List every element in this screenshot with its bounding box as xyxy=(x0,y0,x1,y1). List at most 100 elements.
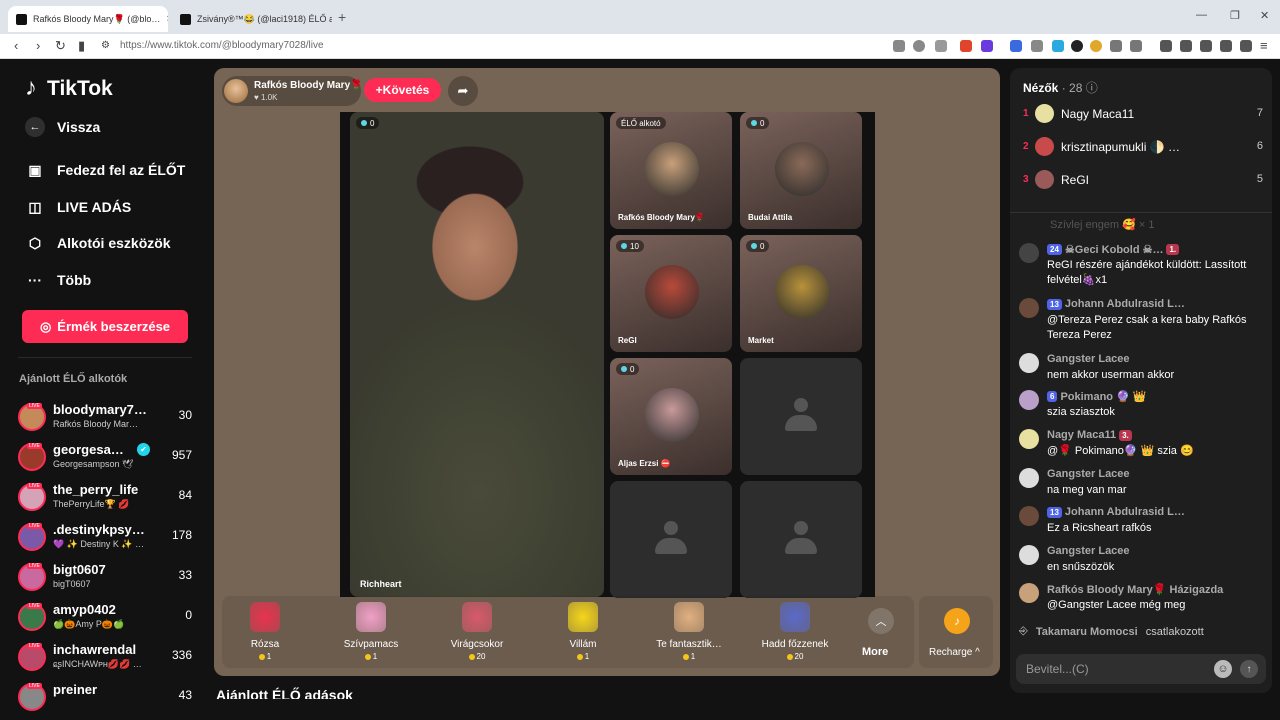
suggested-creator[interactable]: LIVE preiner 43 xyxy=(18,680,198,716)
avatar[interactable] xyxy=(1019,243,1039,263)
follow-button[interactable]: +Követés xyxy=(364,78,441,102)
media-icon[interactable] xyxy=(1160,40,1172,52)
guest-tile[interactable]: 0 Market xyxy=(740,235,862,352)
viewers-header[interactable]: Nézők · 28 ⓘ xyxy=(1023,79,1098,96)
avatar[interactable] xyxy=(1019,468,1039,488)
top-viewer-row[interactable]: 2 krisztinapumukli 🌓 … 6 xyxy=(1023,137,1263,157)
menu-icon[interactable]: ≡ xyxy=(1260,38,1268,53)
chat-input-box[interactable]: ☺ ↑ xyxy=(1016,654,1266,684)
suggested-creator[interactable]: LIVE the_perry_life ThePerryLife🏆 💋 84 xyxy=(18,480,198,516)
rewards-icon[interactable] xyxy=(981,40,993,52)
browser-tab[interactable]: Zsivány®™😂 (@laci1918) ÉLŐ adá… × xyxy=(172,6,332,32)
nav-item-live-broadcast[interactable]: ◫ LIVE ADÁS xyxy=(25,198,131,216)
gift-item[interactable]: Te fantasztik… 1 xyxy=(639,602,739,661)
info-icon[interactable]: ⓘ xyxy=(1086,81,1098,95)
extension-icon[interactable] xyxy=(1071,40,1083,52)
avatar[interactable] xyxy=(1035,104,1054,123)
empty-guest-slot[interactable] xyxy=(610,481,732,598)
empty-guest-slot[interactable] xyxy=(740,481,862,598)
avatar[interactable] xyxy=(1035,170,1054,189)
guest-tile[interactable]: 10 ReGI xyxy=(610,235,732,352)
back-arrow-icon[interactable]: ‹ xyxy=(14,38,18,53)
main-guest-video[interactable]: 0 Richheart xyxy=(350,112,604,597)
forward-arrow-icon[interactable]: › xyxy=(36,38,40,53)
username[interactable]: Johann Abdulrasid L… xyxy=(1065,506,1185,518)
username[interactable]: ☠Geci Kobold ☠… xyxy=(1065,243,1164,256)
suggested-creator[interactable]: LIVE amyp0402 🍏🎃Amy P🎃🍏 0 xyxy=(18,600,198,636)
extension-icon[interactable] xyxy=(1090,40,1102,52)
minimize-icon[interactable]: — xyxy=(1196,9,1207,21)
host-avatar[interactable] xyxy=(224,79,248,103)
window-close-icon[interactable]: ✕ xyxy=(1260,9,1269,22)
chat-input[interactable] xyxy=(1026,661,1206,677)
avatar[interactable] xyxy=(1019,353,1039,373)
guest-tile[interactable]: ÉLŐ alkotó Rafkós Bloody Mary🌹 xyxy=(610,112,732,229)
suggested-creator[interactable]: LIVE georgesa… Georgesampson 🕊 957 ✔ xyxy=(18,440,198,476)
nav-item-more[interactable]: ··· Több xyxy=(25,271,91,289)
url-input[interactable]: https://www.tiktok.com/@bloodymary7028/l… xyxy=(120,40,324,51)
extension-icon[interactable] xyxy=(1052,40,1064,52)
gift-item[interactable]: Villám 1 xyxy=(533,602,633,661)
share-icon[interactable] xyxy=(935,40,947,52)
top-viewer-row[interactable]: 3 ReGI 5 xyxy=(1023,170,1263,190)
send-arrow-icon[interactable]: ↑ xyxy=(1240,660,1258,678)
username[interactable]: Rafkós Bloody Mary🌹 Házigazda xyxy=(1047,583,1223,596)
avatar[interactable] xyxy=(1035,137,1054,156)
recharge-button[interactable]: ♪ Recharge ^ xyxy=(919,596,993,668)
bookmark-icon[interactable]: ▮ xyxy=(78,38,85,54)
avatar[interactable] xyxy=(1019,390,1039,410)
empty-guest-slot[interactable] xyxy=(740,358,862,475)
chevron-up-icon[interactable]: ︿ xyxy=(868,608,894,634)
brave-shield-icon[interactable] xyxy=(960,40,972,52)
tiktok-logo[interactable]: TikTok xyxy=(25,74,113,102)
nav-item-explore-live[interactable]: ▣ Fedezd fel az ÉLŐT xyxy=(25,161,185,179)
maximize-icon[interactable]: ❐ xyxy=(1230,9,1240,22)
joined-user[interactable]: Takamaru Momocsi xyxy=(1036,626,1138,638)
nav-item-creator-tools[interactable]: ⬡ Alkotói eszközök xyxy=(25,234,171,252)
close-tab-icon[interactable]: × xyxy=(166,13,168,25)
suggested-creator[interactable]: LIVE .destinykpsy… 💜 ✨ Destiny K ✨ … 178 xyxy=(18,520,198,556)
username[interactable]: Johann Abdulrasid L… xyxy=(1065,298,1185,310)
zoom-icon[interactable] xyxy=(913,40,925,52)
vpn-icon[interactable] xyxy=(1220,40,1232,52)
gift-item[interactable]: Szívpamacs 1 xyxy=(321,602,421,661)
more-gifts-button[interactable]: More xyxy=(862,646,888,658)
share-arrow-icon[interactable]: ➦ xyxy=(448,76,478,106)
reload-icon[interactable]: ↻ xyxy=(55,38,66,54)
gift-item[interactable]: Virágcsokor 20 xyxy=(427,602,527,661)
wallet-icon[interactable] xyxy=(1200,40,1212,52)
puzzle-icon[interactable] xyxy=(1110,40,1122,52)
avatar[interactable] xyxy=(1019,545,1039,565)
avatar[interactable] xyxy=(1019,429,1039,449)
username[interactable]: Gangster Lacee xyxy=(1047,353,1130,365)
avatar[interactable] xyxy=(1019,298,1039,318)
username[interactable]: Gangster Lacee xyxy=(1047,545,1130,557)
get-coins-button[interactable]: ◎ Érmék beszerzése xyxy=(22,310,188,343)
back-link[interactable]: ← Vissza xyxy=(25,117,100,137)
shield-icon[interactable] xyxy=(1240,40,1252,52)
multi-guest-stream[interactable]: 0 Richheart ÉLŐ alkotó Rafkós Bloody Mary… xyxy=(340,112,875,598)
extension-icon[interactable] xyxy=(1010,40,1022,52)
extension-icon[interactable] xyxy=(1130,40,1142,52)
host-info[interactable]: Rafkós Bloody Mary🌹 ♥ 1.0K xyxy=(222,76,363,106)
guest-tile[interactable]: 0 Aljas Erzsi ⛔ xyxy=(610,358,732,475)
username[interactable]: Pokimano 🔮 👑 xyxy=(1060,390,1146,403)
gift-item[interactable]: Rózsa 1 xyxy=(215,602,315,661)
username[interactable]: Nagy Maca11 xyxy=(1047,429,1116,441)
emoji-icon[interactable]: ☺ xyxy=(1214,660,1232,678)
extension-icon[interactable] xyxy=(1031,40,1043,52)
suggested-creator[interactable]: LIVE inchawrendal ɕʂINCHAWᴘʜ💋💋 … 336 xyxy=(18,640,198,676)
username[interactable]: Gangster Lacee xyxy=(1047,468,1130,480)
gift-item[interactable]: Hadd főzzenek 20 xyxy=(745,602,845,661)
avatar[interactable] xyxy=(1019,583,1039,603)
suggested-creator[interactable]: LIVE bloodymary7… Rafkós Bloody Mar… 30 xyxy=(18,400,198,436)
suggested-creator[interactable]: LIVE bigt0607 bigT0607 33 xyxy=(18,560,198,596)
guest-tile[interactable]: 0 Budai Attila xyxy=(740,112,862,229)
browser-tab-active[interactable]: Rafkós Bloody Mary🌹 (@blo… × xyxy=(8,6,168,32)
top-viewer-row[interactable]: 1 Nagy Maca11 7 xyxy=(1023,104,1263,124)
avatar[interactable] xyxy=(1019,506,1039,526)
extension-icon[interactable] xyxy=(893,40,905,52)
sidebar-icon[interactable] xyxy=(1180,40,1192,52)
site-info-icon[interactable]: ⚙ xyxy=(101,40,110,51)
new-tab-button[interactable]: + xyxy=(338,9,346,25)
